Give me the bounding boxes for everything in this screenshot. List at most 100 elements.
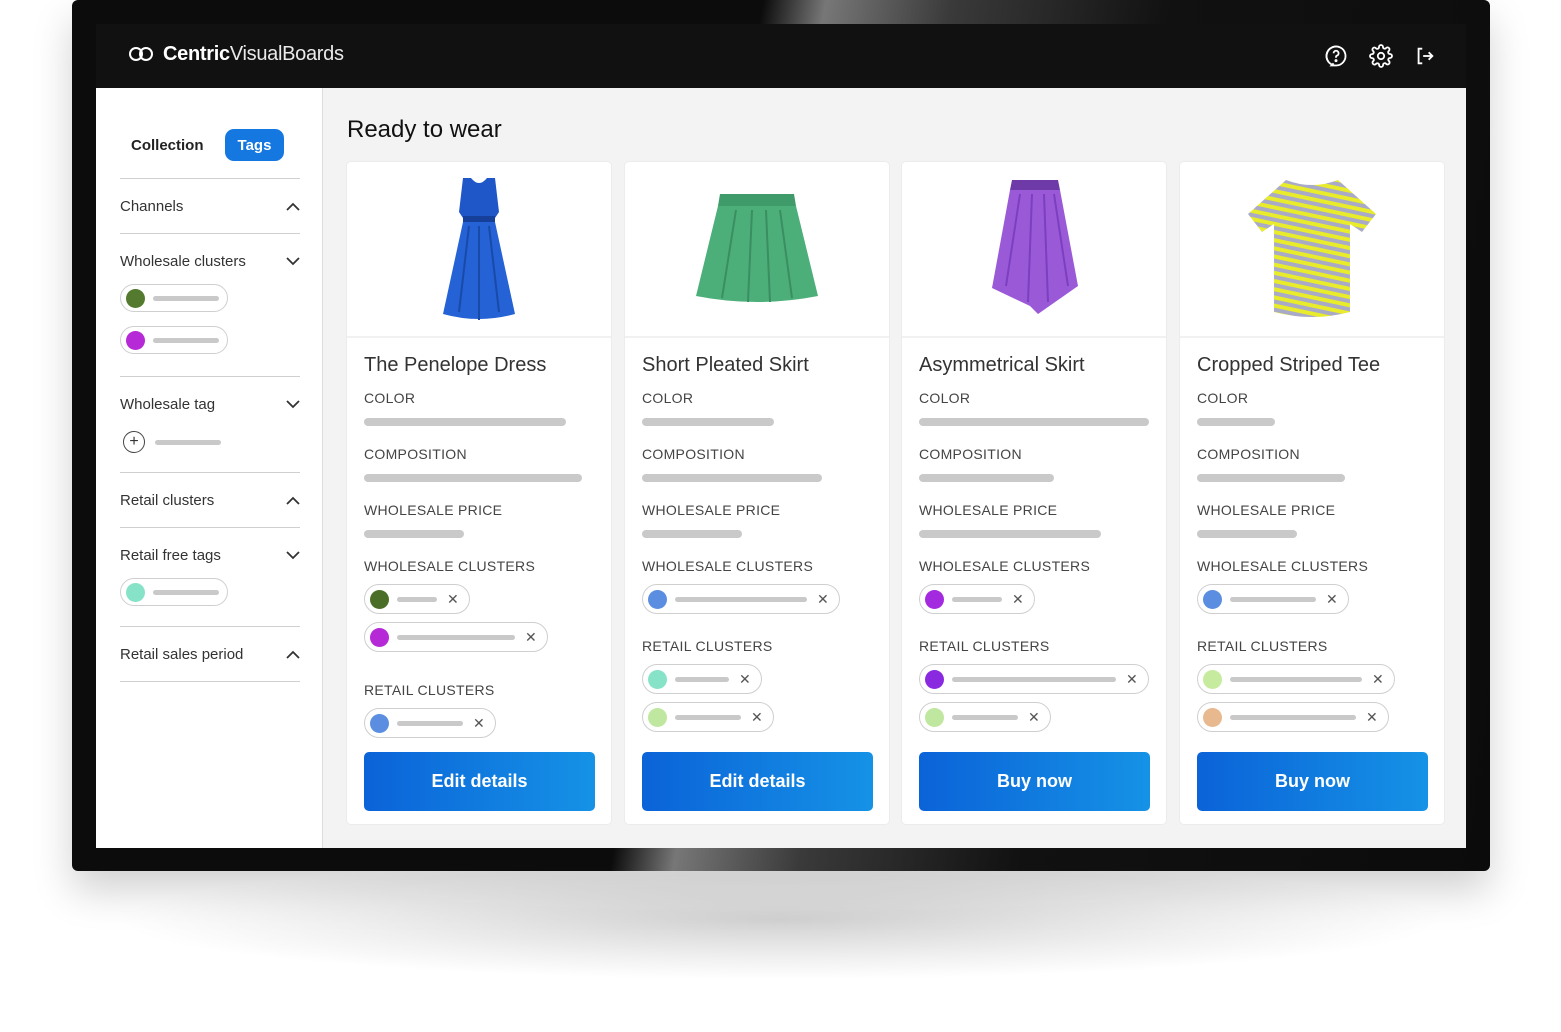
wholesale-clusters-label: WHOLESALE CLUSTERS — [1197, 558, 1369, 574]
retail-clusters-label: RETAIL CLUSTERS — [1197, 638, 1328, 654]
placeholder-line — [397, 634, 515, 640]
top-bar: Centric VisualBoards — [96, 24, 1466, 88]
cluster-chip[interactable]: ✕ — [642, 584, 840, 614]
retail-clusters-label: RETAIL CLUSTERS — [364, 682, 495, 698]
retail-cluster-chips: ✕ ✕ — [1197, 656, 1429, 732]
chevron-up-icon — [286, 199, 300, 213]
free-tag[interactable] — [120, 578, 228, 606]
add-icon[interactable]: + — [123, 431, 145, 453]
placeholder-bar — [1197, 474, 1345, 482]
card-body: Cropped Striped Tee COLOR COMPOSITION WH… — [1197, 354, 1429, 732]
wholesale-price-label: WHOLESALE PRICE — [919, 502, 1058, 518]
cluster-chip[interactable]: ✕ — [642, 702, 774, 732]
section-wholesale-tag: Wholesale tag + — [120, 376, 300, 453]
cluster-chip[interactable]: ✕ — [1197, 664, 1395, 694]
retail-cluster-chips: ✕ ✕ — [919, 656, 1151, 732]
cluster-chip[interactable]: ✕ — [642, 664, 762, 694]
remove-icon[interactable]: ✕ — [739, 671, 751, 688]
app-screen: Centric VisualBoards Collection Tags Cha… — [96, 24, 1466, 848]
composition-label: COMPOSITION — [364, 446, 467, 462]
placeholder-bar — [364, 530, 464, 538]
remove-icon[interactable]: ✕ — [473, 715, 485, 732]
cluster-chip[interactable]: ✕ — [919, 664, 1149, 694]
placeholder-bar — [919, 474, 1054, 482]
placeholder-bar — [919, 530, 1101, 538]
cluster-chip[interactable]: ✕ — [919, 584, 1035, 614]
tab-tags[interactable]: Tags — [224, 129, 285, 161]
placeholder-line — [397, 596, 437, 602]
section-title: Retail clusters — [120, 491, 215, 509]
wholesale-cluster-chips: ✕ ✕ — [364, 576, 596, 652]
section-header[interactable]: Retail free tags — [120, 528, 300, 582]
remove-icon[interactable]: ✕ — [525, 629, 537, 646]
remove-icon[interactable]: ✕ — [1366, 709, 1378, 726]
section-header[interactable]: Retail clusters — [120, 473, 300, 527]
cluster-chip[interactable]: ✕ — [1197, 702, 1389, 732]
color-label: COLOR — [919, 390, 971, 406]
product-card: Cropped Striped Tee COLOR COMPOSITION WH… — [1180, 162, 1444, 824]
remove-icon[interactable]: ✕ — [1326, 591, 1338, 608]
placeholder-bar — [642, 530, 742, 538]
section-header[interactable]: Wholesale clusters — [120, 234, 300, 288]
view-toggle: Collection Tags — [118, 129, 285, 161]
section-header[interactable]: Retail sales period — [120, 627, 300, 681]
color-label: COLOR — [1197, 390, 1249, 406]
edit-details-button[interactable]: Edit details — [642, 752, 873, 811]
wholesale-clusters-label: WHOLESALE CLUSTERS — [364, 558, 536, 574]
settings-gear-icon[interactable] — [1369, 44, 1393, 68]
remove-icon[interactable]: ✕ — [1012, 591, 1024, 608]
remove-icon[interactable]: ✕ — [447, 591, 459, 608]
edit-details-button[interactable]: Edit details — [364, 752, 595, 811]
remove-icon[interactable]: ✕ — [1372, 671, 1384, 688]
product-image — [347, 162, 611, 338]
logout-icon[interactable] — [1413, 44, 1437, 68]
brand-name-light: VisualBoards — [229, 43, 344, 65]
buy-now-button[interactable]: Buy now — [1197, 752, 1428, 811]
color-swatch — [1203, 707, 1222, 727]
section-header[interactable]: Wholesale tag — [120, 377, 300, 431]
color-swatch — [370, 589, 389, 609]
placeholder-bar — [642, 418, 774, 426]
green-skirt-image — [696, 194, 818, 303]
page-title: Ready to wear — [347, 116, 502, 143]
wholesale-price-label: WHOLESALE PRICE — [364, 502, 503, 518]
remove-icon[interactable]: ✕ — [817, 591, 829, 608]
color-swatch — [648, 707, 667, 727]
placeholder-bar — [642, 474, 822, 482]
section-title: Channels — [120, 197, 184, 215]
wholesale-cluster-chips: ✕ — [642, 576, 874, 614]
help-icon[interactable] — [1324, 44, 1348, 68]
composition-label: COMPOSITION — [919, 446, 1022, 462]
product-name: Short Pleated Skirt — [642, 354, 809, 376]
section-title: Retail sales period — [120, 645, 244, 663]
color-swatch — [648, 669, 667, 689]
product-name: The Penelope Dress — [364, 354, 547, 376]
logo-icon — [129, 46, 155, 63]
remove-icon[interactable]: ✕ — [1028, 709, 1040, 726]
placeholder-bar — [1197, 418, 1275, 426]
cluster-chip[interactable]: ✕ — [919, 702, 1051, 732]
section-retail-sales-period: Retail sales period — [120, 626, 300, 682]
buy-now-button[interactable]: Buy now — [919, 752, 1150, 811]
section-header[interactable]: Channels — [120, 179, 300, 233]
placeholder-line — [952, 596, 1002, 602]
cluster-chip[interactable]: ✕ — [1197, 584, 1349, 614]
section-channels: Channels — [120, 178, 300, 233]
wholesale-clusters-label: WHOLESALE CLUSTERS — [919, 558, 1091, 574]
cluster-chip[interactable]: ✕ — [364, 584, 470, 614]
placeholder-line — [153, 589, 219, 595]
cluster-chip[interactable]: ✕ — [364, 708, 496, 738]
add-tag-row[interactable]: + — [120, 431, 300, 453]
remove-icon[interactable]: ✕ — [1126, 671, 1138, 688]
cluster-tag[interactable] — [120, 326, 228, 354]
placeholder-line — [952, 676, 1116, 682]
remove-icon[interactable]: ✕ — [751, 709, 763, 726]
cluster-tag[interactable] — [120, 284, 228, 312]
chevron-down-icon — [286, 397, 300, 411]
placeholder-line — [675, 714, 741, 720]
tab-collection[interactable]: Collection — [118, 129, 217, 161]
chevron-up-icon — [286, 493, 300, 507]
chevron-down-icon — [286, 254, 300, 268]
cluster-chip[interactable]: ✕ — [364, 622, 548, 652]
chevron-up-icon — [286, 647, 300, 661]
